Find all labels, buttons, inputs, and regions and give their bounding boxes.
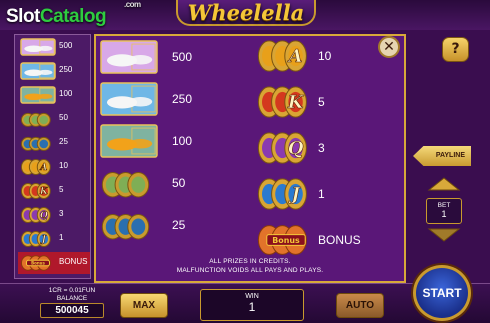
watch-symbol-icon (101, 213, 150, 240)
left-paytable-value: 25 (59, 137, 68, 146)
left-paytable-row: 500 (18, 36, 90, 58)
letter-j-symbol-icon: J (20, 230, 51, 248)
money-stack-symbol-icon (20, 112, 51, 127)
balance-value: 500045 (40, 303, 104, 318)
autoplay-button[interactable]: AUTO (336, 293, 384, 318)
letter-k-symbol-icon: K (20, 182, 51, 200)
paytable-value: 500 (172, 50, 193, 64)
arrow-down-icon (427, 228, 461, 242)
left-paytable-value: 3 (59, 209, 64, 218)
letter-q-symbol-icon: Q (257, 132, 307, 164)
svg-text:A: A (287, 46, 303, 67)
letter-j-symbol-icon: J (257, 178, 307, 210)
money-stack-symbol-icon (101, 171, 150, 198)
left-paytable-value: 5 (59, 185, 64, 194)
paytable-value: 5 (318, 95, 325, 109)
letter-q-symbol-icon: Q (20, 206, 51, 224)
jet-ski-symbol-icon (100, 40, 158, 74)
left-paytable-row: Bonus BONUS (18, 252, 90, 274)
win-label: WIN (245, 293, 259, 300)
coin-rate: 1CR = 0.01FUN (48, 287, 96, 294)
left-paytable-row: A 10 (18, 156, 90, 178)
balance-label: BALANCE (56, 295, 88, 302)
bet-increase-button[interactable] (426, 176, 462, 192)
left-paytable: 500 250 100 50 25 A 10 K 5 Q 3 J 1 Bonus BONUS (14, 34, 91, 279)
watermark-logo: SlotCatalog .com (6, 0, 141, 28)
letter-k-symbol-icon: K (257, 86, 307, 118)
balance-display: 1CR = 0.01FUN BALANCE 500045 (40, 287, 104, 318)
help-button[interactable]: ? (442, 37, 469, 62)
watch-symbol-icon (20, 136, 51, 151)
left-paytable-value: 250 (59, 65, 73, 74)
start-button[interactable]: START (413, 265, 471, 321)
watermark-brand-a: Slot (6, 6, 40, 27)
svg-text:A: A (39, 163, 47, 173)
game-title: Wheelella (187, 0, 305, 25)
paytable-value: 25 (172, 218, 186, 232)
paytable-value: 100 (172, 134, 193, 148)
svg-text:Bonus: Bonus (272, 236, 300, 245)
svg-text:Q: Q (288, 138, 304, 159)
paytable-value: 10 (318, 49, 332, 63)
bet-decrease-button[interactable] (426, 227, 462, 243)
svg-text:K: K (39, 187, 49, 197)
letter-a-symbol-icon: A (257, 40, 307, 72)
sports-car-symbol-icon (20, 86, 56, 104)
left-paytable-row: 50 (18, 108, 90, 130)
win-value: 1 (248, 300, 256, 314)
credits-note: ALL PRIZES IN CREDITS. (209, 258, 291, 265)
paytable-value: BONUS (318, 233, 361, 247)
arrow-up-icon (427, 177, 461, 191)
left-paytable-value: 500 (59, 41, 73, 50)
left-paytable-value: 10 (59, 161, 68, 170)
svg-text:K: K (287, 92, 305, 113)
jet-ski-symbol-icon (20, 38, 56, 56)
watermark-brand-b: Catalog (39, 6, 107, 27)
bonus-symbol-icon: Bonus (257, 225, 307, 255)
paytable-value: 50 (172, 176, 186, 190)
payline-button[interactable]: PAYLINE (413, 146, 471, 166)
left-paytable-value: 50 (59, 113, 68, 122)
left-paytable-row: K5 (18, 180, 90, 202)
bonus-symbol-icon: Bonus (20, 255, 51, 271)
left-paytable-row: 25 (18, 132, 90, 154)
paytable-panel: ALL PRIZES IN CREDITS. MALFUNCTION VOIDS… (94, 34, 406, 283)
max-bet-button[interactable]: MAX (120, 293, 168, 318)
paytable-value: 1 (318, 187, 325, 201)
yacht-symbol-icon (20, 62, 56, 80)
left-paytable-row: 100 (18, 84, 90, 106)
left-paytable-value: 100 (59, 89, 73, 98)
sports-car-symbol-icon (100, 124, 158, 158)
malfunction-note: MALFUNCTION VOIDS ALL PAYS AND PLAYS. (176, 267, 324, 274)
left-paytable-value: 1 (59, 233, 64, 242)
bet-value: 1 (441, 209, 447, 219)
svg-text:Q: Q (40, 211, 48, 221)
close-button[interactable]: ✕ (378, 36, 400, 58)
left-paytable-value: BONUS (59, 257, 88, 266)
svg-text:J: J (40, 235, 47, 245)
svg-text:Bonus: Bonus (31, 260, 45, 265)
left-paytable-row: J1 (18, 228, 90, 250)
left-paytable-row: 250 (18, 60, 90, 82)
close-icon: ✕ (383, 39, 395, 55)
bet-label: BET (437, 202, 451, 209)
paytable-value: 3 (318, 141, 325, 155)
letter-a-symbol-icon: A (20, 158, 51, 176)
title-plate: Wheelella (176, 0, 316, 26)
yacht-symbol-icon (100, 82, 158, 116)
win-display: WIN 1 (200, 289, 304, 321)
paytable-value: 250 (172, 92, 193, 106)
left-paytable-row: Q3 (18, 204, 90, 226)
bet-display: BET 1 (426, 198, 462, 224)
watermark-tld: .com (124, 0, 141, 9)
